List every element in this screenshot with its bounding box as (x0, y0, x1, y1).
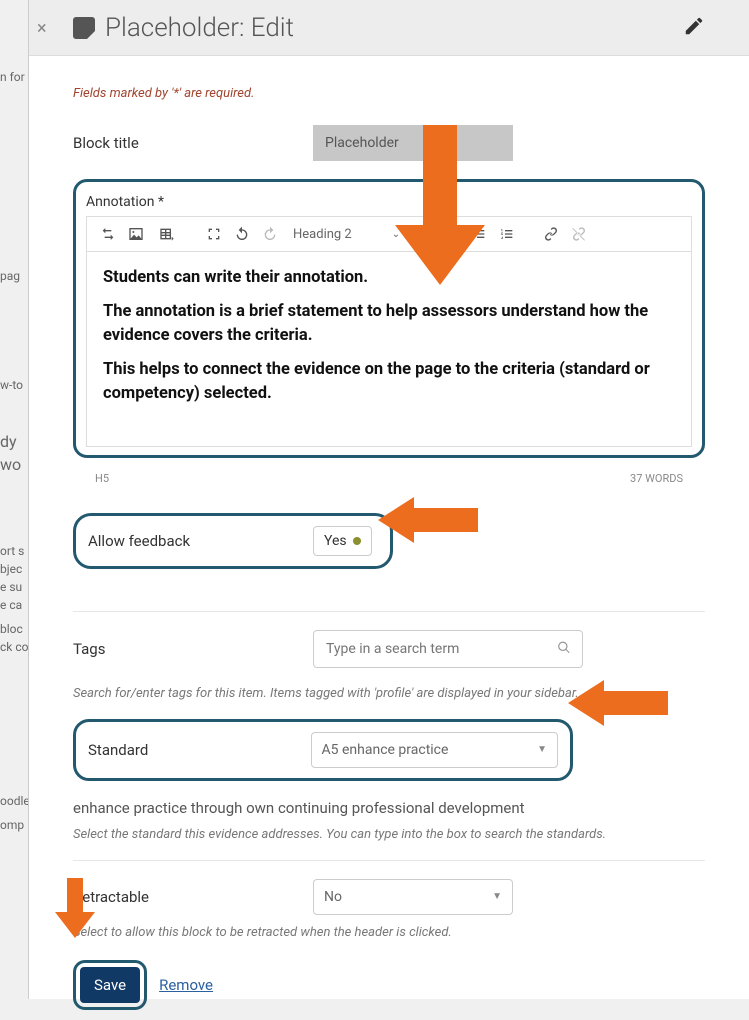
editor-toolbar: Heading 2⌄ B I (87, 217, 691, 252)
remove-link[interactable]: Remove (159, 976, 213, 994)
annotation-content[interactable]: Students can write their annotation. The… (87, 252, 691, 446)
close-icon[interactable]: × (37, 18, 47, 39)
standard-description: enhance practice through own continuing … (73, 799, 705, 817)
modal-title: Placeholder: Edit (105, 13, 683, 43)
footer-actions: Save Remove (73, 960, 705, 1010)
note-icon (73, 17, 95, 39)
annotation-arrow-down-icon (395, 125, 485, 285)
save-highlight-panel: Save (73, 960, 147, 1010)
allow-feedback-label: Allow feedback (88, 532, 313, 550)
table-icon[interactable] (153, 223, 181, 245)
background-page-fragments: n for pag w-to dy wo ort s bjec e su e c… (0, 0, 30, 999)
annotation-editor: Heading 2⌄ B I Students can write their … (86, 216, 692, 447)
allow-feedback-panel: Allow feedback Yes (73, 513, 393, 569)
tags-label: Tags (73, 640, 313, 658)
save-button[interactable]: Save (80, 967, 140, 1003)
annotation-arrow-left-icon (568, 680, 668, 726)
required-fields-note: Fields marked by '*' are required. (73, 86, 705, 101)
annotation-arrow-left-icon (378, 497, 478, 543)
editor-word-count: 37 WORDS (630, 472, 683, 485)
expand-icon[interactable] (203, 223, 225, 245)
standard-select[interactable]: A5 enhance practice▼ (311, 732, 558, 768)
editor-element-path: H5 (95, 472, 109, 485)
paragraph-icon[interactable] (97, 223, 119, 245)
retractable-select[interactable]: No▼ (313, 879, 513, 915)
block-title-label: Block title (73, 134, 313, 152)
retractable-help: Select to allow this block to be retract… (73, 925, 705, 940)
allow-feedback-toggle[interactable]: Yes (313, 526, 372, 556)
chevron-down-icon: ▼ (537, 744, 547, 755)
chevron-down-icon: ▼ (492, 891, 502, 902)
toggle-dot-icon (353, 537, 361, 545)
block-title-row: Block title (73, 125, 705, 161)
annotation-panel: Annotation * Heading 2⌄ B I (73, 179, 705, 458)
tags-input[interactable] (313, 630, 583, 668)
annotation-paragraph: The annotation is a brief statement to h… (103, 300, 675, 348)
retractable-row: Retractable No▼ (73, 879, 705, 915)
standard-help: Select the standard this evidence addres… (73, 827, 705, 842)
undo-icon[interactable] (231, 223, 253, 245)
unlink-icon[interactable] (568, 223, 590, 245)
image-icon[interactable] (125, 223, 147, 245)
retractable-label: Retractable (73, 888, 313, 906)
redo-icon[interactable] (259, 223, 281, 245)
edit-pencil-icon[interactable] (683, 15, 705, 41)
annotation-paragraph: This helps to connect the evidence on th… (103, 358, 675, 406)
standard-panel: Standard A5 enhance practice▼ (73, 719, 573, 781)
search-icon (557, 639, 571, 658)
standard-label: Standard (88, 741, 311, 759)
editor-status-bar: H5 37 WORDS (83, 468, 695, 489)
modal-header: Placeholder: Edit (29, 0, 749, 56)
link-icon[interactable] (540, 223, 562, 245)
annotation-label: Annotation * (76, 190, 702, 216)
heading-select[interactable]: Heading 2⌄ (287, 227, 406, 242)
annotation-paragraph: Students can write their annotation. (103, 266, 675, 290)
numbered-list-icon[interactable] (496, 223, 518, 245)
tags-row: Tags (73, 630, 705, 668)
annotation-arrow-down-icon (55, 878, 95, 938)
